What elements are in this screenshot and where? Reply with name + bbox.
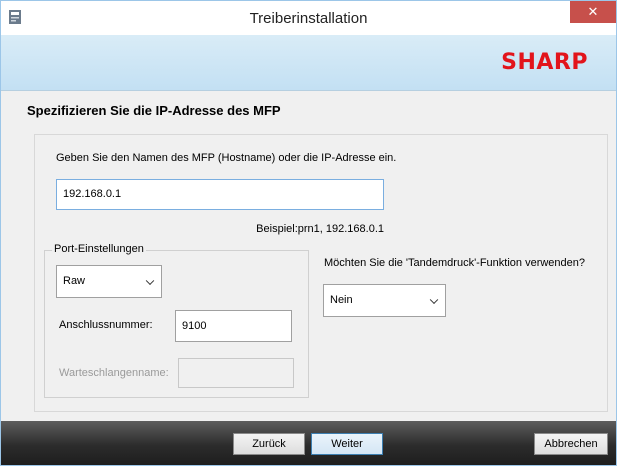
address-instruction: Geben Sie den Namen des MFP (Hostname) o… (56, 152, 396, 164)
address-example: Beispiel:prn1, 192.168.0.1 (256, 223, 384, 235)
chevron-down-icon (145, 276, 155, 285)
address-input[interactable]: 192.168.0.1 (56, 179, 384, 210)
tandem-select-value: Nein (330, 294, 353, 306)
port-settings-label: Port-Einstellungen (52, 243, 146, 255)
cancel-button[interactable]: Abbrechen (534, 433, 608, 455)
back-button[interactable]: Zurück (233, 433, 305, 455)
queue-name-input (178, 358, 294, 388)
protocol-select[interactable]: Raw (56, 265, 162, 298)
header-banner: SHARP (1, 35, 616, 91)
port-number-input[interactable]: 9100 (175, 310, 292, 342)
close-icon: ✕ (587, 4, 599, 19)
window-title: Treiberinstallation (249, 10, 368, 27)
port-number-label: Anschlussnummer: (59, 319, 153, 331)
button-bar: Zurück Weiter Abbrechen (1, 421, 616, 465)
close-button[interactable]: ✕ (570, 1, 616, 23)
address-instruction-text: Geben Sie den Namen des MFP (Hostname) o… (56, 152, 397, 164)
title-bar[interactable]: Treiberinstallation ✕ (1, 1, 616, 35)
chevron-down-icon (429, 295, 439, 304)
next-button[interactable]: Weiter (311, 433, 383, 455)
protocol-select-value: Raw (63, 275, 86, 287)
queue-name-label: Warteschlangenname: (59, 367, 169, 379)
tandem-question: Möchten Sie die 'Tandemdruck'-Funktion v… (324, 257, 586, 269)
sharp-logo: SHARP (501, 50, 588, 75)
page-title: Spezifizieren Sie die IP-Adresse des MFP (27, 103, 281, 118)
tandem-select[interactable]: Nein (323, 284, 446, 317)
installer-window: Treiberinstallation ✕ SHARP Spezifiziere… (0, 0, 617, 466)
